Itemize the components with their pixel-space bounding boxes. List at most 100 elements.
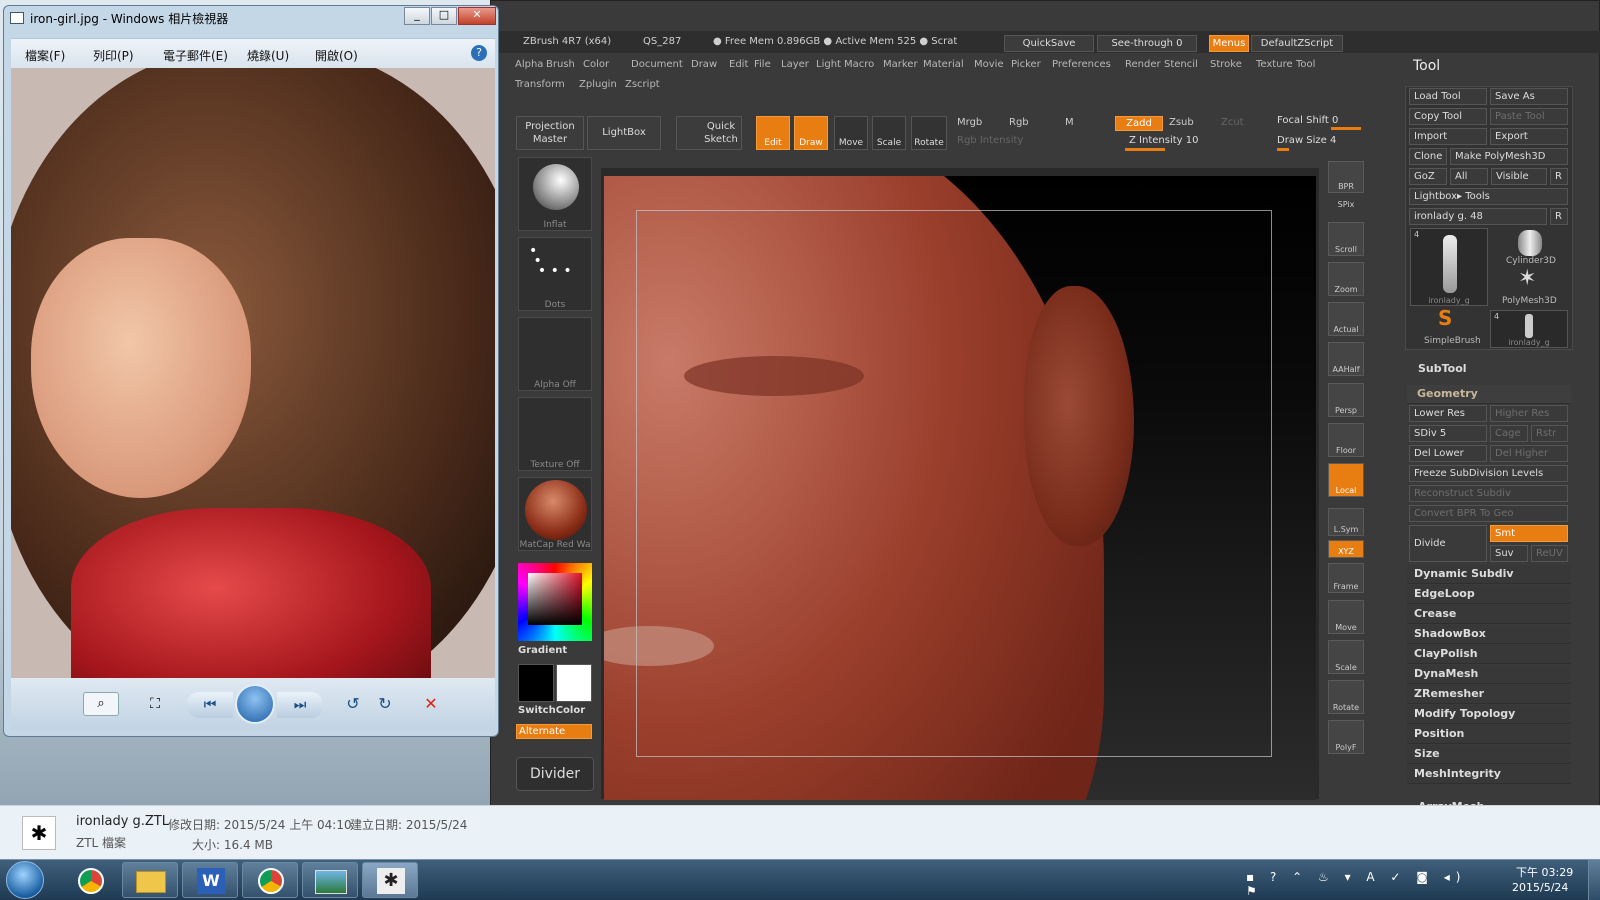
taskbar-explorer[interactable] xyxy=(122,862,178,898)
menu-brush[interactable]: Brush xyxy=(546,59,575,70)
alternate-button[interactable]: Alternate xyxy=(516,724,592,739)
section-edgeloop[interactable]: EdgeLoop xyxy=(1407,585,1571,604)
zadd-button[interactable]: Zadd xyxy=(1115,116,1163,131)
reference-photo[interactable] xyxy=(11,68,495,678)
quicksave-button[interactable]: QuickSave xyxy=(1004,35,1094,52)
side-persp-button[interactable]: Persp xyxy=(1328,383,1364,417)
rgb-button[interactable]: Rgb xyxy=(1009,117,1029,128)
side-move-button[interactable]: Move xyxy=(1328,600,1364,634)
simplebrush-icon[interactable]: S xyxy=(1438,306,1452,330)
show-desktop-button[interactable] xyxy=(1588,860,1600,900)
section-crease[interactable]: Crease xyxy=(1407,605,1571,624)
menu-marker[interactable]: Marker xyxy=(883,59,918,70)
draw-size-slider[interactable]: Draw Size 4 xyxy=(1277,135,1336,146)
move-button[interactable]: Move xyxy=(834,116,868,150)
menu-edit[interactable]: Edit xyxy=(729,59,748,70)
menu-render[interactable]: Render xyxy=(1125,59,1161,70)
freeze-subdiv-button[interactable]: Freeze SubDivision Levels xyxy=(1409,465,1568,482)
taskbar-photo-viewer[interactable] xyxy=(302,862,358,898)
menu-zscript[interactable]: Zscript xyxy=(625,79,660,90)
document-canvas[interactable] xyxy=(604,176,1316,800)
menu-print[interactable]: 列印(P) xyxy=(93,47,134,64)
menu-document[interactable]: Document xyxy=(631,59,683,70)
side-scroll-button[interactable]: Scroll xyxy=(1328,222,1364,256)
del-lower-button[interactable]: Del Lower xyxy=(1409,445,1487,462)
scale-button[interactable]: Scale xyxy=(872,116,906,150)
seethrough-slider[interactable]: See-through 0 xyxy=(1097,35,1197,52)
current-tool-slider[interactable]: ironlady g. 48 xyxy=(1409,208,1547,225)
make-polymesh-button[interactable]: Make PolyMesh3D xyxy=(1450,148,1568,165)
side-polyf-button[interactable]: PolyF xyxy=(1328,720,1364,754)
rgb-intensity-slider[interactable]: Rgb Intensity xyxy=(957,135,1023,146)
menu-picker[interactable]: Picker xyxy=(1011,59,1041,70)
side-aahalf-button[interactable]: AAHalf xyxy=(1328,342,1364,376)
subtool-header[interactable]: SubTool xyxy=(1418,362,1467,375)
pv-maximize-button[interactable]: □ xyxy=(431,7,457,25)
taskbar-chrome-2[interactable] xyxy=(242,862,298,898)
rotate-button[interactable]: Rotate xyxy=(911,116,947,150)
load-tool-button[interactable]: Load Tool xyxy=(1409,88,1487,105)
tool-thumb-ironlady[interactable]: 4 ironlady_g xyxy=(1410,228,1488,306)
divide-button[interactable]: Divide xyxy=(1409,525,1487,562)
clone-button[interactable]: Clone xyxy=(1409,148,1447,165)
side-floor-button[interactable]: Floor xyxy=(1328,423,1364,457)
z-intensity-slider[interactable]: Z Intensity 10 xyxy=(1129,135,1198,146)
menu-email[interactable]: 電子郵件(E) xyxy=(163,47,228,64)
save-as-button[interactable]: Save As xyxy=(1490,88,1568,105)
gradient-label[interactable]: Gradient xyxy=(518,645,567,656)
section-modify-topology[interactable]: Modify Topology xyxy=(1407,705,1571,724)
main-color-swatch[interactable] xyxy=(518,664,554,702)
clock-time[interactable]: 下午 03:29 xyxy=(1516,864,1573,880)
menu-layer[interactable]: Layer xyxy=(781,59,809,70)
menu-alpha[interactable]: Alpha xyxy=(515,59,543,70)
reconstruct-subdiv-button[interactable]: Reconstruct Subdiv xyxy=(1409,485,1568,502)
menu-open[interactable]: 開啟(O) xyxy=(315,47,358,64)
menu-texture[interactable]: Texture xyxy=(1256,59,1293,70)
menus-button[interactable]: Menus xyxy=(1209,35,1249,52)
edit-button[interactable]: Edit xyxy=(756,116,790,150)
draw-button[interactable]: Draw xyxy=(794,116,828,150)
section-dynamesh[interactable]: DynaMesh xyxy=(1407,665,1571,684)
goz-button[interactable]: GoZ xyxy=(1409,168,1447,185)
side-spix-button[interactable]: SPix xyxy=(1328,196,1364,210)
rstr-button[interactable]: Rstr xyxy=(1531,425,1568,442)
rotate-left-icon[interactable]: ↺ xyxy=(341,692,365,716)
pv-minimize-button[interactable]: _ xyxy=(404,7,430,25)
cage-button[interactable]: Cage xyxy=(1490,425,1528,442)
menu-transform[interactable]: Transform xyxy=(515,79,565,90)
menu-zplugin[interactable]: Zplugin xyxy=(579,79,617,90)
taskbar-word[interactable]: W xyxy=(182,862,238,898)
color-picker[interactable] xyxy=(518,563,592,641)
quick-sketch-button[interactable]: Quick Sketch xyxy=(676,116,742,150)
menu-stroke[interactable]: Stroke xyxy=(1210,59,1242,70)
higher-res-button[interactable]: Higher Res xyxy=(1490,405,1568,422)
zcut-button[interactable]: Zcut xyxy=(1221,117,1244,128)
slideshow-button[interactable] xyxy=(235,684,275,724)
start-button[interactable] xyxy=(6,861,44,899)
color-square[interactable] xyxy=(528,573,582,625)
export-button[interactable]: Export xyxy=(1490,128,1568,145)
cylinder-icon[interactable] xyxy=(1518,230,1542,256)
zoom-button[interactable]: ⌕ xyxy=(83,692,119,716)
lightbox-button[interactable]: LightBox xyxy=(587,116,661,150)
texture-slot[interactable]: Texture Off xyxy=(518,397,592,471)
switchcolor-button[interactable]: SwitchColor xyxy=(518,705,585,716)
paste-tool-button[interactable]: Paste Tool xyxy=(1490,108,1568,125)
section-meshintegrity[interactable]: MeshIntegrity xyxy=(1407,765,1571,784)
side-local-button[interactable]: Local xyxy=(1328,463,1364,497)
side-lsym-button[interactable]: L.Sym xyxy=(1328,508,1364,536)
taskbar-zbrush[interactable]: ✱ xyxy=(362,862,418,898)
section-claypolish[interactable]: ClayPolish xyxy=(1407,645,1571,664)
lower-res-button[interactable]: Lower Res xyxy=(1409,405,1487,422)
geometry-header[interactable]: Geometry xyxy=(1407,385,1571,404)
pv-close-button[interactable]: ✕ xyxy=(458,7,496,25)
next-button[interactable]: ⏭ xyxy=(277,692,323,718)
menu-preferences[interactable]: Preferences xyxy=(1052,59,1111,70)
previous-button[interactable]: ⏮ xyxy=(187,692,233,718)
section-dynamic-subdiv[interactable]: Dynamic Subdiv xyxy=(1407,565,1571,584)
material-slot[interactable]: MatCap Red Wa xyxy=(518,477,592,551)
side-bpr-button[interactable]: BPR xyxy=(1328,161,1364,193)
reuv-button[interactable]: ReUV xyxy=(1531,545,1568,562)
tool-thumb-ironlady-2[interactable]: 4 ironlady_g xyxy=(1490,310,1568,348)
dots-stroke-slot[interactable]: Dots • • • • • xyxy=(518,237,592,311)
